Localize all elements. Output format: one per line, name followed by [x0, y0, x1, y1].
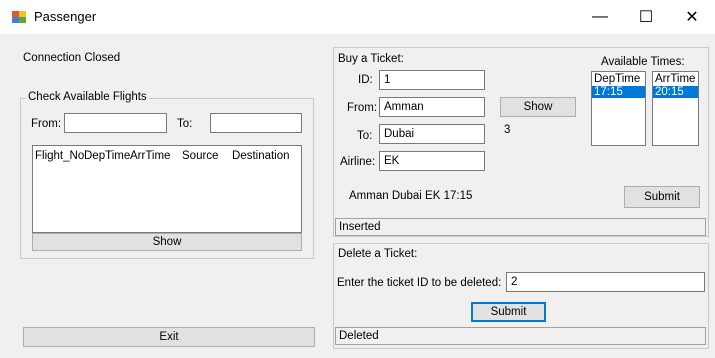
buy-show-button[interactable]: Show [500, 97, 576, 117]
connection-status: Connection Closed [23, 52, 121, 64]
available-count: 3 [504, 124, 511, 136]
check-from-label: From: [31, 118, 62, 130]
buy-airline-input[interactable]: EK [379, 151, 485, 171]
check-from-input[interactable] [64, 113, 167, 133]
exit-button[interactable]: Exit [23, 327, 315, 347]
buy-from-input[interactable]: Amman [379, 97, 485, 117]
dep-time-selected-item[interactable]: 17:15 [592, 86, 645, 98]
app-icon [12, 11, 26, 23]
ticket-summary: Amman Dubai EK 17:15 [349, 190, 473, 202]
buy-id-label: ID: [358, 74, 373, 86]
arr-time-selected-item[interactable]: 20:15 [653, 86, 698, 98]
close-icon: ✕ [685, 9, 699, 26]
buy-submit-button[interactable]: Submit [624, 186, 700, 208]
column-destination[interactable]: Destination [232, 150, 290, 162]
window-title: Passenger [34, 9, 97, 24]
check-to-input[interactable] [210, 113, 302, 133]
column-flight-no[interactable]: Flight_No [35, 150, 84, 162]
dep-time-header: DepTime [594, 73, 641, 85]
check-flights-title: Check Available Flights [26, 91, 149, 103]
buy-to-input[interactable]: Dubai [379, 124, 485, 144]
column-source[interactable]: Source [182, 150, 232, 162]
arr-time-header: ArrTime [655, 73, 696, 85]
maximize-icon: ☐ [638, 9, 654, 26]
buy-from-label: From: [347, 102, 378, 114]
close-button[interactable]: ✕ [669, 0, 715, 34]
delete-ticket-title: Delete a Ticket: [338, 248, 418, 260]
available-times-title: Available Times: [601, 56, 685, 68]
flights-header-row: Flight_NoDepTimeArrTime Source Destination [35, 150, 290, 162]
column-dep-time[interactable]: DepTime [84, 150, 130, 162]
dep-time-listbox[interactable]: DepTime 17:15 [591, 71, 646, 146]
buy-status-bar: Inserted [335, 218, 706, 236]
buy-id-input[interactable]: 1 [379, 70, 485, 90]
check-to-label: To: [177, 118, 193, 130]
delete-submit-button[interactable]: Submit [471, 302, 546, 322]
delete-prompt: Enter the ticket ID to be deleted: [337, 277, 502, 289]
maximize-button[interactable]: ☐ [623, 0, 669, 34]
buy-to-label: To: [357, 130, 373, 142]
delete-id-input[interactable]: 2 [506, 272, 705, 292]
minimize-icon: — [592, 8, 608, 25]
flights-listview[interactable]: Flight_NoDepTimeArrTime Source Destination [32, 145, 302, 233]
show-flights-button[interactable]: Show [32, 233, 302, 251]
arr-time-listbox[interactable]: ArrTime 20:15 [652, 71, 699, 146]
minimize-button[interactable]: — [577, 0, 623, 34]
buy-ticket-title: Buy a Ticket: [338, 53, 404, 65]
buy-airline-label: Airline: [340, 156, 376, 168]
delete-status-bar: Deleted [335, 327, 706, 345]
column-arr-time[interactable]: ArrTime [130, 150, 182, 162]
